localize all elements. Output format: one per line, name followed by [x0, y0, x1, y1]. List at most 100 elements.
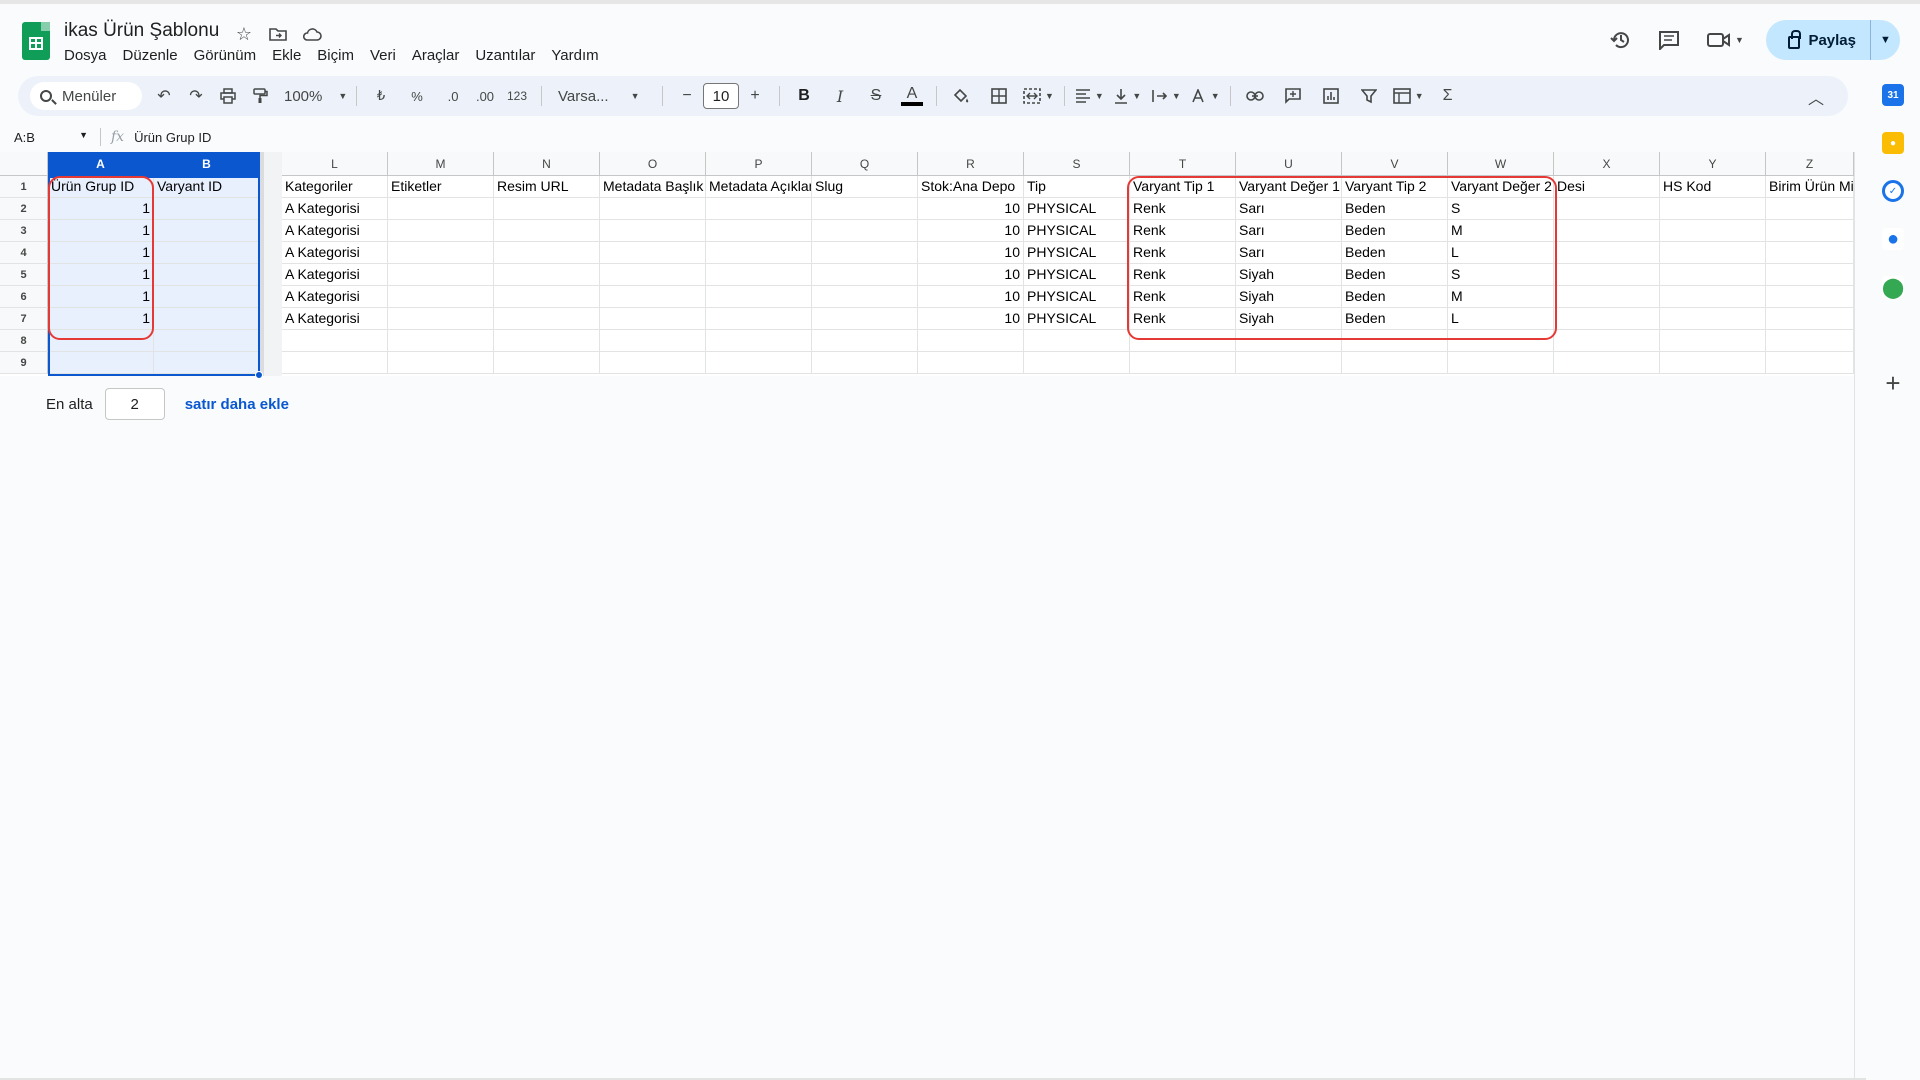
grid-cell[interactable]	[48, 352, 154, 374]
grid-cell[interactable]	[388, 330, 494, 352]
grid-cell[interactable]: Renk	[1130, 220, 1236, 242]
grid-cell[interactable]: A Kategorisi	[282, 264, 388, 286]
column-header-n[interactable]: N	[494, 152, 600, 176]
grid-cell[interactable]	[600, 220, 706, 242]
redo-icon[interactable]: ↷	[182, 82, 210, 110]
grid-cell[interactable]	[1660, 308, 1766, 330]
grid-cell[interactable]	[388, 264, 494, 286]
formula-input[interactable]: Ürün Grup ID	[134, 130, 211, 145]
header-cell[interactable]: HS Kod	[1660, 176, 1766, 198]
header-cell[interactable]: Metadata Açıklama	[706, 176, 812, 198]
grid-cell[interactable]	[1024, 330, 1130, 352]
grid-cell[interactable]	[1660, 264, 1766, 286]
grid-cell[interactable]: Beden	[1342, 286, 1448, 308]
grid-cell[interactable]	[494, 286, 600, 308]
grid-cell[interactable]: PHYSICAL	[1024, 242, 1130, 264]
tasks-icon[interactable]: ✓	[1882, 180, 1904, 202]
column-header-a[interactable]: A	[48, 152, 154, 176]
grid-cell[interactable]: A Kategorisi	[282, 198, 388, 220]
grid-cell[interactable]	[600, 352, 706, 374]
grid-cell[interactable]: Siyah	[1236, 286, 1342, 308]
grid-cell[interactable]	[812, 352, 918, 374]
insert-link-icon[interactable]	[1241, 82, 1269, 110]
grid-cell[interactable]	[1660, 286, 1766, 308]
grid-cell[interactable]	[706, 242, 812, 264]
grid-cell[interactable]	[154, 264, 260, 286]
grid-cell[interactable]: Beden	[1342, 220, 1448, 242]
calendar-icon[interactable]: 31	[1882, 84, 1904, 106]
row-header[interactable]: 4	[0, 242, 48, 264]
menu-search[interactable]: Menüler	[30, 82, 142, 110]
add-rows-link[interactable]: satır daha ekle	[185, 396, 289, 413]
grid-cell[interactable]	[494, 242, 600, 264]
insert-chart-icon[interactable]	[1317, 82, 1345, 110]
header-cell[interactable]: Stok:Ana Depo	[918, 176, 1024, 198]
grid-cell[interactable]: PHYSICAL	[1024, 308, 1130, 330]
sheets-logo-icon[interactable]	[22, 22, 50, 60]
star-icon[interactable]: ☆	[232, 22, 256, 46]
grid-cell[interactable]: Siyah	[1236, 264, 1342, 286]
grid-cell[interactable]	[388, 198, 494, 220]
keep-icon[interactable]: ●	[1882, 132, 1904, 154]
menu-item[interactable]: Dosya	[64, 47, 115, 64]
grid-cell[interactable]	[706, 308, 812, 330]
version-history-icon[interactable]	[1606, 25, 1636, 55]
grid-cell[interactable]: Renk	[1130, 308, 1236, 330]
percent-format-button[interactable]: %	[403, 82, 431, 110]
grid-cell[interactable]	[600, 264, 706, 286]
add-icon[interactable]: +	[1882, 368, 1904, 398]
grid-cell[interactable]: L	[1448, 242, 1554, 264]
contacts-icon[interactable]: ●	[1882, 228, 1904, 250]
row-header[interactable]: 9	[0, 352, 48, 374]
grid-cell[interactable]	[918, 352, 1024, 374]
grid-cell[interactable]	[1448, 330, 1554, 352]
grid-cell[interactable]: Sarı	[1236, 220, 1342, 242]
grid-cell[interactable]	[918, 330, 1024, 352]
grid-cell[interactable]	[494, 220, 600, 242]
currency-format-button[interactable]: ₺	[367, 82, 395, 110]
grid-cell[interactable]: S	[1448, 198, 1554, 220]
text-rotation-icon[interactable]: ▼	[1191, 82, 1220, 110]
grid-cell[interactable]: 10	[918, 264, 1024, 286]
menu-item[interactable]: Yardım	[551, 47, 606, 64]
menu-item[interactable]: Ekle	[272, 47, 309, 64]
hidden-columns-divider[interactable]	[260, 152, 282, 376]
grid-cell[interactable]: Sarı	[1236, 198, 1342, 220]
grid-cell[interactable]	[282, 352, 388, 374]
grid-cell[interactable]	[1554, 220, 1660, 242]
decrease-font-size-icon[interactable]: −	[673, 82, 701, 110]
functions-button[interactable]: Σ	[1434, 82, 1462, 110]
grid-cell[interactable]	[154, 330, 260, 352]
grid-cell[interactable]	[812, 286, 918, 308]
zoom-select[interactable]: 100% ▼	[278, 82, 347, 110]
column-header-w[interactable]: W	[1448, 152, 1554, 176]
grid-cell[interactable]: PHYSICAL	[1024, 286, 1130, 308]
grid-cell[interactable]	[600, 198, 706, 220]
merge-cells-icon[interactable]: ▼	[1023, 82, 1054, 110]
column-header-m[interactable]: M	[388, 152, 494, 176]
grid-cell[interactable]	[706, 330, 812, 352]
grid-cell[interactable]: A Kategorisi	[282, 220, 388, 242]
grid-cell[interactable]	[1766, 198, 1854, 220]
undo-icon[interactable]: ↶	[150, 82, 178, 110]
header-cell[interactable]: Tip	[1024, 176, 1130, 198]
column-header-r[interactable]: R	[918, 152, 1024, 176]
vertical-scrollbar[interactable]	[1854, 152, 1866, 1080]
selection-fill-handle[interactable]	[255, 371, 263, 379]
grid-cell[interactable]: A Kategorisi	[282, 242, 388, 264]
grid-cell[interactable]	[812, 308, 918, 330]
add-rows-count-input[interactable]	[104, 388, 165, 420]
grid-cell[interactable]	[154, 286, 260, 308]
grid-cell[interactable]	[494, 308, 600, 330]
borders-icon[interactable]	[985, 82, 1013, 110]
grid-cell[interactable]: PHYSICAL	[1024, 198, 1130, 220]
grid-cell[interactable]: 10	[918, 198, 1024, 220]
grid-cell[interactable]	[1554, 242, 1660, 264]
header-cell[interactable]: Varyant Tip 2	[1342, 176, 1448, 198]
grid-cell[interactable]: M	[1448, 286, 1554, 308]
header-cell[interactable]: Ürün Grup ID	[48, 176, 154, 198]
grid-cell[interactable]: Beden	[1342, 198, 1448, 220]
column-header-v[interactable]: V	[1342, 152, 1448, 176]
grid-cell[interactable]	[812, 198, 918, 220]
grid-cell[interactable]	[154, 242, 260, 264]
